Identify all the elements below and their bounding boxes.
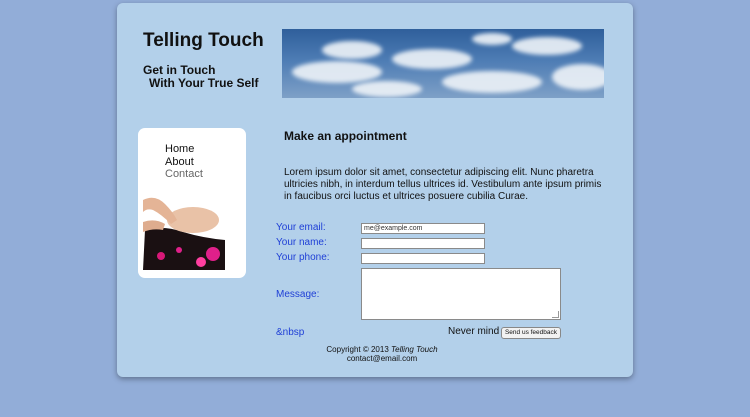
name-label: Your name: <box>276 237 327 248</box>
copyright-prefix: Copyright © 2013 <box>326 345 389 354</box>
nbsp-link[interactable]: &nbsp <box>276 327 304 338</box>
copyright-line: Copyright © 2013 Telling Touch <box>282 345 482 354</box>
footer-email[interactable]: contact@email.com <box>282 354 482 363</box>
page-heading: Make an appointment <box>284 129 407 143</box>
main-nav: Home About Contact <box>165 143 203 181</box>
tagline-line-2: With Your True Self <box>149 76 259 90</box>
nav-item-about[interactable]: About <box>165 156 203 169</box>
site-title: Telling Touch <box>143 30 264 51</box>
resize-grip-icon[interactable] <box>552 311 559 318</box>
site-tagline: Get in Touch With Your True Self <box>143 64 258 90</box>
page-panel: Telling Touch Get in Touch With Your Tru… <box>117 3 633 377</box>
sidebar-nav-box: Home About Contact <box>138 128 246 278</box>
sky-banner-image <box>282 29 604 98</box>
phone-label: Your phone: <box>276 252 330 263</box>
name-field[interactable] <box>361 238 485 249</box>
intro-paragraph: Lorem ipsum dolor sit amet, consectetur … <box>284 167 602 202</box>
copyright-name: Telling Touch <box>391 345 438 354</box>
nav-item-home[interactable]: Home <box>165 143 203 156</box>
email-field[interactable]: me@example.com <box>361 223 485 234</box>
message-label: Message: <box>276 289 320 300</box>
massage-photo <box>143 190 225 270</box>
nav-item-contact[interactable]: Contact <box>165 168 203 181</box>
tagline-line-1: Get in Touch <box>143 63 216 77</box>
message-textarea[interactable] <box>361 268 561 320</box>
email-label: Your email: <box>276 222 326 233</box>
send-feedback-button[interactable]: Send us feedback <box>501 327 561 339</box>
phone-field[interactable] <box>361 253 485 264</box>
footer: Copyright © 2013 Telling Touch contact@e… <box>282 345 482 363</box>
never-mind-link[interactable]: Never mind <box>448 326 499 337</box>
